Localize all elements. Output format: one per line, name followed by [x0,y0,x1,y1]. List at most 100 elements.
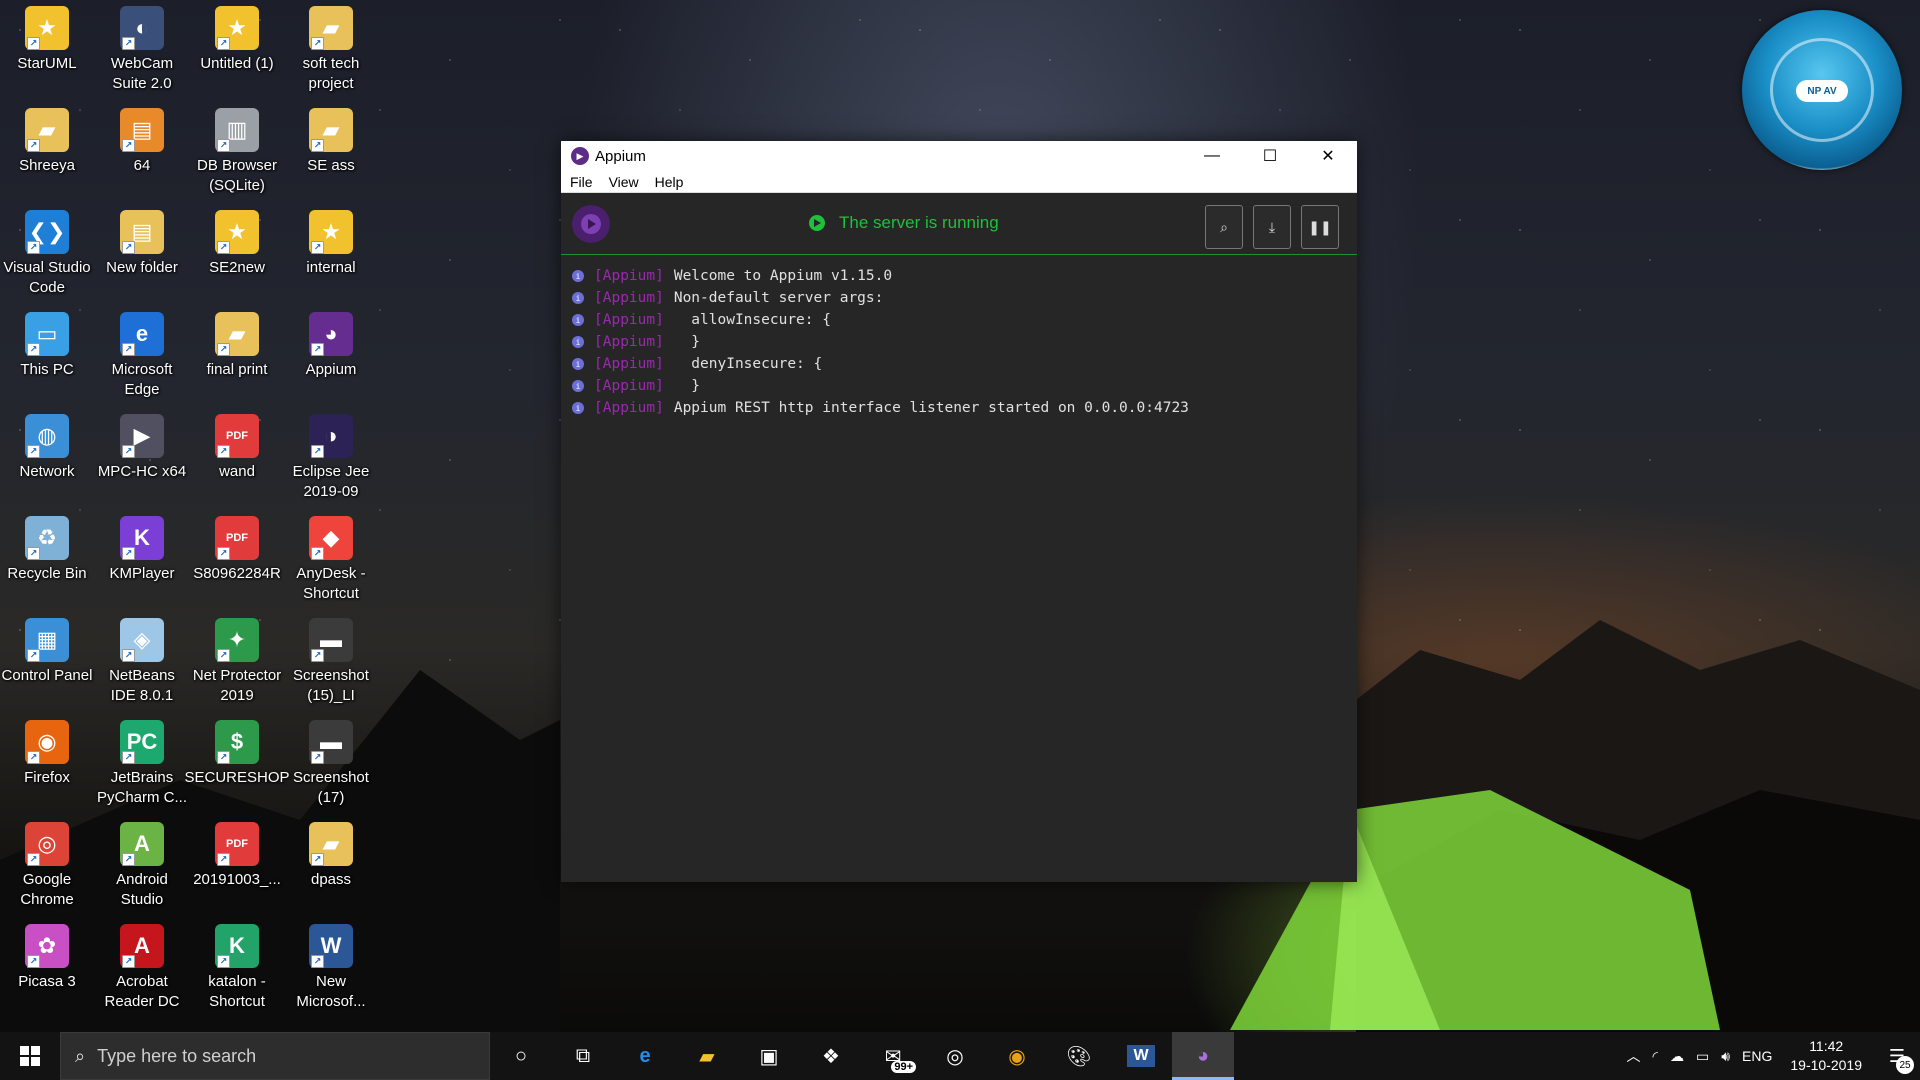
desktop-icon[interactable]: PDF ↗ 20191003_... [190,818,284,916]
task-view-button[interactable]: ⧉ [552,1032,614,1080]
desktop-icon[interactable]: PDF ↗ S80962284R [190,512,284,610]
desktop-icon[interactable]: ❮❯ ↗ Visual Studio Code [0,206,94,304]
shortcut-arrow-icon: ↗ [122,853,135,866]
desktop-icon-label: DB Browser (SQLite) [196,157,278,194]
desktop-icon[interactable]: ✿ ↗ Picasa 3 [0,920,94,1018]
clock[interactable]: 11:42 19-10-2019 [1790,1037,1862,1075]
desktop-icon[interactable]: ◑ ↗ Eclipse Jee 2019-09 [284,410,378,508]
desktop-icon-label: Picasa 3 [18,973,76,990]
taskbar-groove[interactable]: ◎ [924,1032,986,1080]
title-bar[interactable]: ▶ Appium — ☐ ✕ [561,141,1357,171]
shortcut-arrow-icon: ↗ [217,445,230,458]
archive-icon: ▤ ↗ [120,108,164,152]
appium-icon: ▶ [571,147,589,165]
taskbar-dropbox[interactable]: ❖ [800,1032,862,1080]
desktop-icon[interactable]: A ↗ Acrobat Reader DC [95,920,189,1018]
pdf-icon: PDF ↗ [215,822,259,866]
stop-server-button[interactable]: ❚❚ [1301,205,1339,249]
desktop-icon[interactable]: ▰ ↗ soft tech project [284,2,378,100]
taskbar-chrome[interactable]: ◉ [986,1032,1048,1080]
desktop-icon[interactable]: ◕ ↗ Appium [284,308,378,406]
desktop-icon[interactable]: ▰ ↗ dpass [284,818,378,916]
desktop-icon[interactable]: PC ↗ JetBrains PyCharm C... [95,716,189,814]
desktop-icon-label: MPC-HC x64 [97,463,187,480]
desktop-icon[interactable]: ▦ ↗ Control Panel [0,614,94,712]
desktop-icon[interactable]: ▬ ↗ Screenshot (17) [284,716,378,814]
desktop-icon[interactable]: ▥ ↗ DB Browser (SQLite) [190,104,284,202]
shortcut-arrow-icon: ↗ [27,343,40,356]
menu-help[interactable]: Help [647,174,692,190]
start-inspector-button[interactable]: ⌕ [1205,205,1243,249]
taskbar-store[interactable]: ▣ [738,1032,800,1080]
desktop-icon[interactable]: ◐ ↗ WebCam Suite 2.0 [95,2,189,100]
menu-view[interactable]: View [601,174,647,190]
desktop-icon[interactable]: A ↗ Android Studio [95,818,189,916]
cortana-icon: ○ [514,1044,528,1067]
desktop-icon[interactable]: ◆ ↗ AnyDesk - Shortcut [284,512,378,610]
minimize-button[interactable]: — [1183,141,1241,171]
desktop-icon[interactable]: ▭ ↗ This PC [0,308,94,406]
server-log[interactable]: i [Appium] Welcome to Appium v1.15.0 i [Appi… [561,255,1357,419]
desktop-icon-label: StarUML [17,55,77,72]
status-text: The server is running [839,213,999,232]
server-status-bar: The server is running ⌕ ⤓ ❚❚ [561,193,1357,255]
taskbar-edge[interactable]: e [614,1032,676,1080]
desktop-icon[interactable]: ♻ ↗ Recycle Bin [0,512,94,610]
desktop-icon[interactable]: e ↗ Microsoft Edge [95,308,189,406]
desktop-icon[interactable]: PDF ↗ wand [190,410,284,508]
chevron-up-icon[interactable]: ︿ [1627,1046,1641,1066]
start-button[interactable] [0,1032,60,1080]
desktop-icon[interactable]: ◎ ↗ Google Chrome [0,818,94,916]
info-icon: i [572,358,584,370]
desktop-icon[interactable]: ▰ ↗ Shreeya [0,104,94,202]
info-icon: i [572,380,584,392]
desktop-icon-label: Shreeya [19,157,75,174]
language-indicator[interactable]: ENG [1742,1048,1772,1064]
server-status: The server is running [809,213,999,233]
desktop-icon[interactable]: ▬ ↗ Screenshot (15)_LI [284,614,378,712]
menu-file[interactable]: File [561,174,601,190]
antivirus-gadget[interactable]: NP AV [1742,10,1902,170]
shortcut-arrow-icon: ↗ [311,241,324,254]
desktop-icon[interactable]: ◍ ↗ Network [0,410,94,508]
close-button[interactable]: ✕ [1299,141,1357,171]
shortcut-arrow-icon: ↗ [27,139,40,152]
shortcut-arrow-icon: ↗ [27,955,40,968]
battery-icon[interactable]: ▭ [1696,1048,1709,1065]
desktop-icon-label: Net Protector 2019 [192,667,282,704]
desktop-icon[interactable]: ▤ ↗ New folder [95,206,189,304]
desktop-icon[interactable]: ▰ ↗ final print [190,308,284,406]
maximize-button[interactable]: ☐ [1241,141,1299,171]
taskbar-appium[interactable]: ◕ [1172,1032,1234,1080]
get-raw-logs-button[interactable]: ⤓ [1253,205,1291,249]
desktop-icon[interactable]: ★ ↗ Untitled (1) [190,2,284,100]
desktop-icon[interactable]: ✦ ↗ Net Protector 2019 [190,614,284,712]
desktop-icon[interactable]: ★ ↗ internal [284,206,378,304]
vscode-icon: ❮❯ ↗ [25,210,69,254]
desktop-icon[interactable]: ▶ ↗ MPC-HC x64 [95,410,189,508]
desktop-icon[interactable]: ◈ ↗ NetBeans IDE 8.0.1 [95,614,189,712]
taskbar-file-explorer[interactable]: ▰ [676,1032,738,1080]
desktop-icon[interactable]: K ↗ katalon - Shortcut [190,920,284,1018]
taskbar-word[interactable]: W [1110,1032,1172,1080]
desktop-icon[interactable]: ▰ ↗ SE ass [284,104,378,202]
desktop-icon[interactable]: $ ↗ SECURESHOP [184,716,290,814]
wifi-icon[interactable]: ◜ [1653,1048,1658,1065]
shortcut-arrow-icon: ↗ [27,445,40,458]
desktop-icon[interactable]: K ↗ KMPlayer [95,512,189,610]
katalon-icon: K ↗ [215,924,259,968]
taskbar-search[interactable]: ⌕ Type here to search [60,1032,490,1080]
desktop-icon[interactable]: ★ ↗ StarUML [0,2,94,100]
desktop-icon[interactable]: W ↗ New Microsof... [284,920,378,1018]
desktop-icon[interactable]: ★ ↗ SE2new [190,206,284,304]
volume-icon[interactable]: 🔊︎ [1721,1048,1730,1065]
action-center-button[interactable]: ☰ 25 [1874,1032,1920,1080]
taskbar-paint[interactable]: 🎨︎ [1048,1032,1110,1080]
cloud-icon[interactable]: ☁ [1670,1048,1684,1065]
shortcut-arrow-icon: ↗ [217,955,230,968]
desktop-icon-label: wand [219,463,255,480]
cortana-button[interactable]: ○ [490,1032,552,1080]
desktop-icon[interactable]: ▤ ↗ 64 [95,104,189,202]
desktop-icon[interactable]: ◉ ↗ Firefox [0,716,94,814]
taskbar-mail[interactable]: ✉ 99+ [862,1032,924,1080]
